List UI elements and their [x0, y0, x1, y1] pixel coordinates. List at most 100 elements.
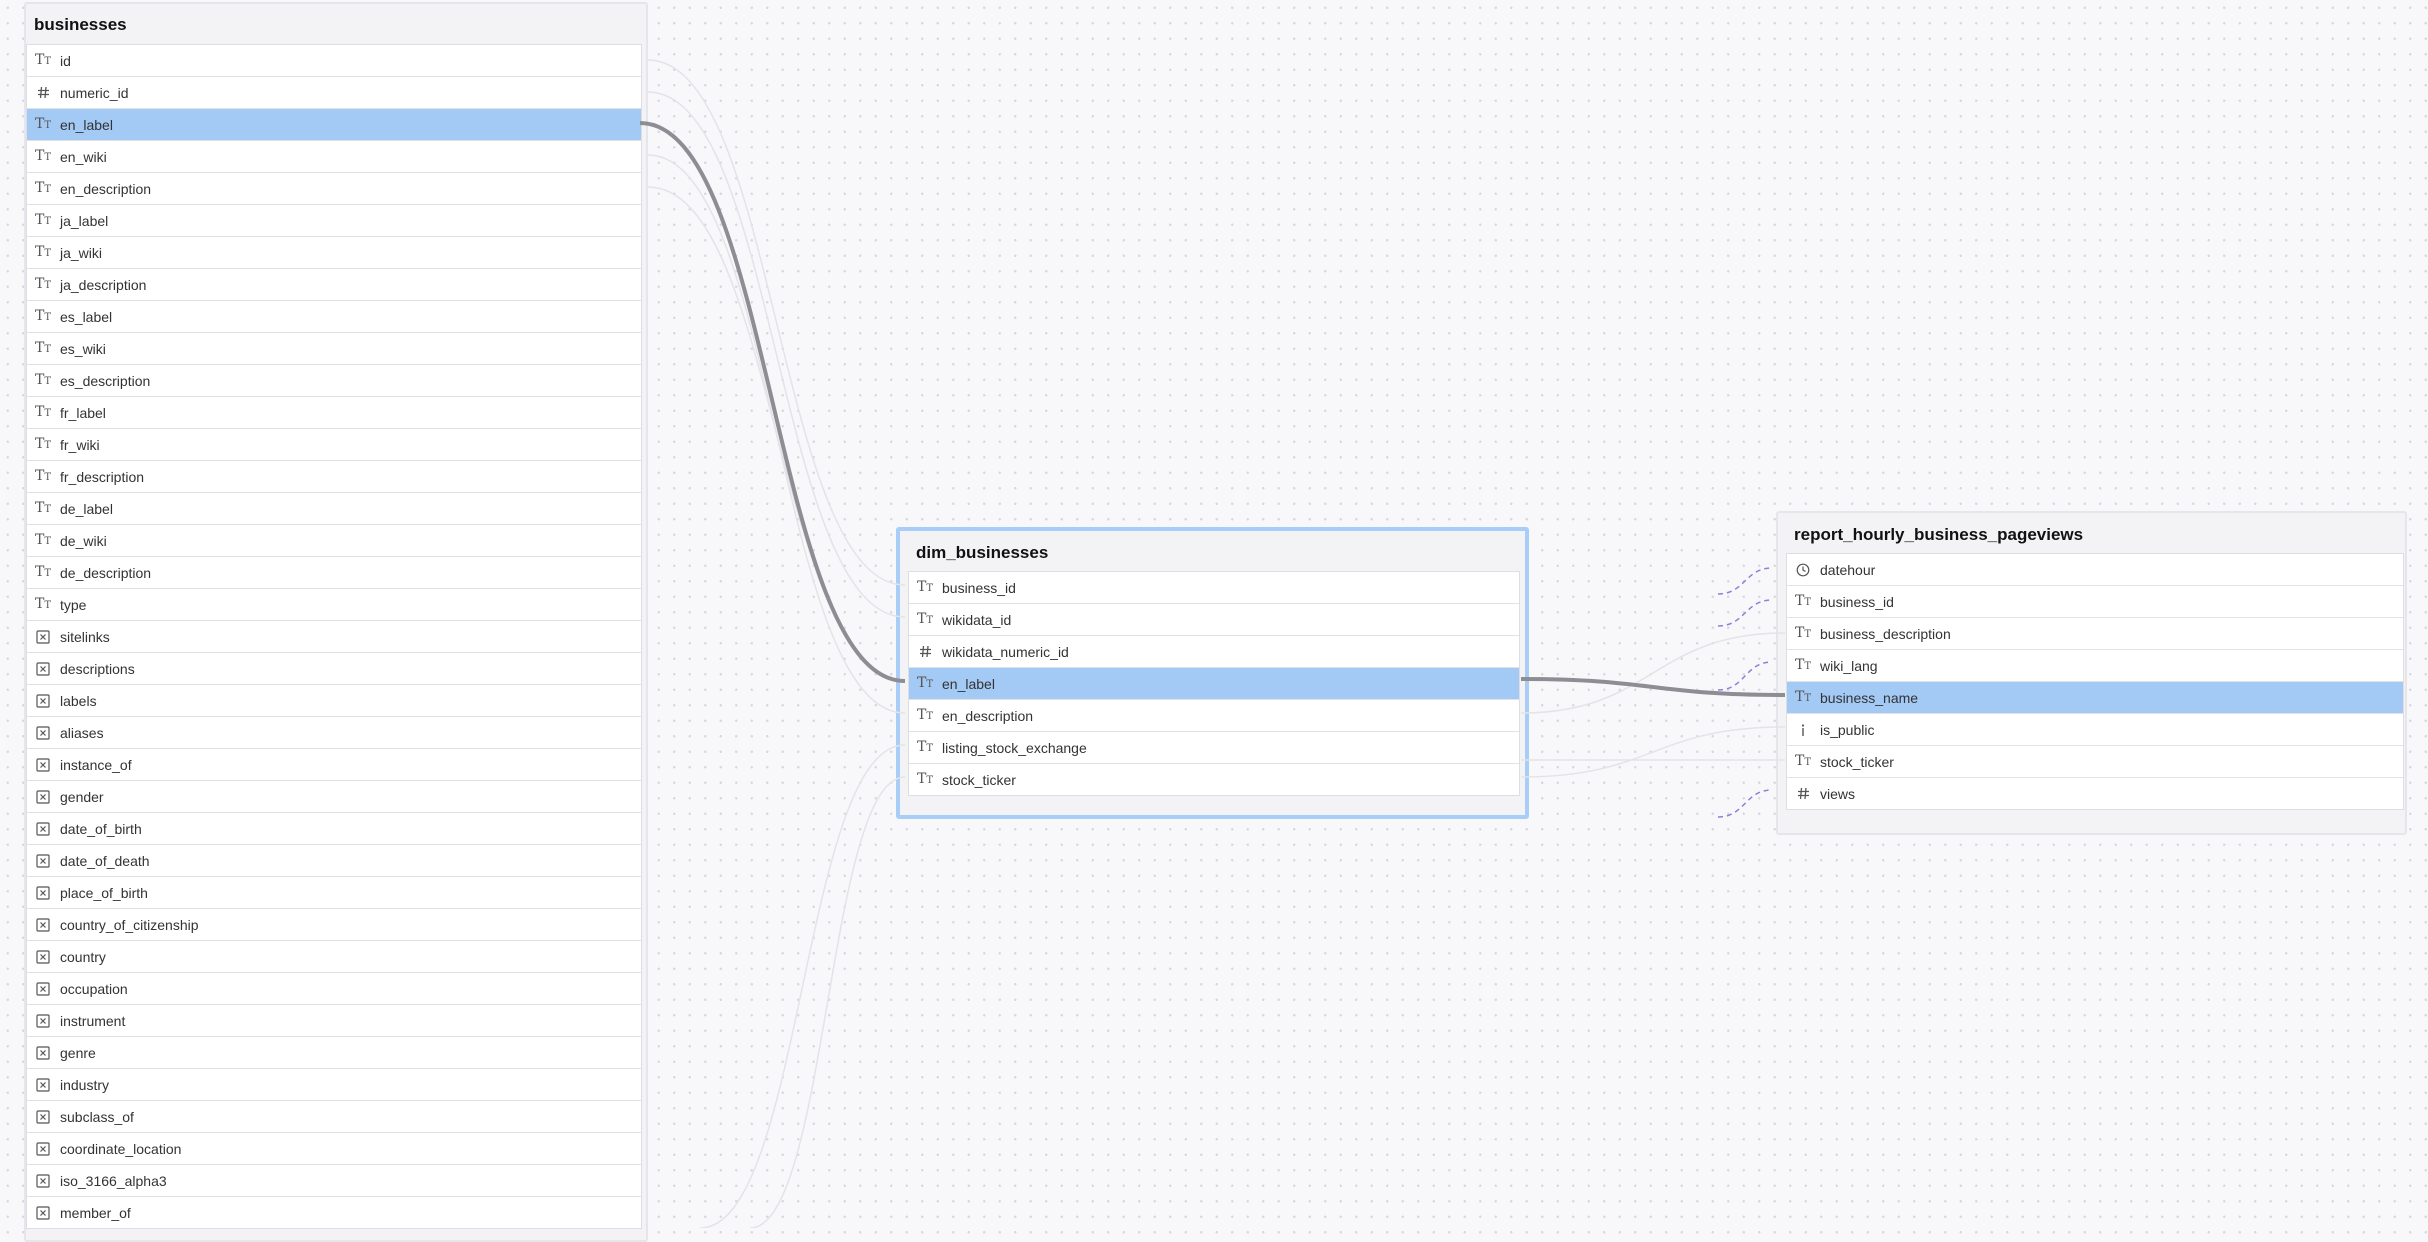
column-row-en-description[interactable]: TT en_description — [909, 700, 1519, 732]
column-row-industry[interactable]: industry — [27, 1069, 641, 1101]
column-row-country-of-citizenship[interactable]: country_of_citizenship — [27, 909, 641, 941]
column-row-iso-3166-alpha3[interactable]: iso_3166_alpha3 — [27, 1165, 641, 1197]
column-row-type[interactable]: TT type — [27, 589, 641, 621]
column-row-instance-of[interactable]: instance_of — [27, 749, 641, 781]
column-row-coordinate-location[interactable]: coordinate_location — [27, 1133, 641, 1165]
column-row-descriptions[interactable]: descriptions — [27, 653, 641, 685]
column-name: instance_of — [60, 756, 132, 773]
hash-icon — [1796, 787, 1810, 801]
text-type-icon: TT — [35, 467, 52, 484]
array-icon — [36, 1109, 50, 1124]
column-row-wikidata-numeric-id[interactable]: wikidata_numeric_id — [909, 636, 1519, 668]
column-row-stock-ticker[interactable]: TT stock_ticker — [909, 764, 1519, 795]
array-icon — [36, 661, 50, 676]
column-row-fr-description[interactable]: TT fr_description — [27, 461, 641, 493]
column-row-business-name[interactable]: TT business_name — [1787, 682, 2403, 714]
column-row-fr-wiki[interactable]: TT fr_wiki — [27, 429, 641, 461]
table-dim-businesses[interactable]: dim_businesses TT business_id TT wikidata_i… — [896, 527, 1529, 819]
column-name: listing_stock_exchange — [942, 739, 1087, 756]
column-row-numeric-id[interactable]: numeric_id — [27, 77, 641, 109]
table-report-hourly-business-pageviews[interactable]: report_hourly_business_pageviews datehou… — [1776, 511, 2407, 835]
array-icon — [36, 1013, 50, 1028]
lineage-stub — [1717, 599, 1773, 627]
column-row-instrument[interactable]: instrument — [27, 1005, 641, 1037]
column-name: subclass_of — [60, 1108, 134, 1125]
column-row-stock-ticker[interactable]: TT stock_ticker — [1787, 746, 2403, 778]
text-type-icon: TT — [35, 211, 52, 228]
column-name: coordinate_location — [60, 1140, 182, 1157]
column-row-views[interactable]: views — [1787, 778, 2403, 809]
column-row-country[interactable]: country — [27, 941, 641, 973]
array-icon — [36, 629, 50, 644]
column-row-ja-description[interactable]: TT ja_description — [27, 269, 641, 301]
column-row-wiki-lang[interactable]: TT wiki_lang — [1787, 650, 2403, 682]
column-row-date-of-death[interactable]: date_of_death — [27, 845, 641, 877]
column-row-en-label[interactable]: TT en_label — [27, 109, 641, 141]
column-name: business_id — [942, 579, 1016, 596]
text-type-icon: TT — [917, 578, 934, 595]
text-type-icon: TT — [35, 147, 52, 164]
column-name: en_description — [942, 707, 1034, 724]
table-businesses[interactable]: businesses TT id numeric_id TT en_label TT en_… — [24, 2, 648, 1242]
column-row-de-wiki[interactable]: TT de_wiki — [27, 525, 641, 557]
text-type-icon: TT — [35, 595, 52, 612]
lineage-stub — [1717, 661, 1773, 691]
lineage-edge — [749, 776, 906, 1228]
column-name: gender — [60, 788, 104, 805]
text-type-icon: TT — [35, 371, 52, 388]
text-type-icon: TT — [35, 51, 52, 68]
column-name: instrument — [60, 1012, 126, 1029]
column-row-genre[interactable]: genre — [27, 1037, 641, 1069]
column-row-listing-stock-exchange[interactable]: TT listing_stock_exchange — [909, 732, 1519, 764]
text-type-icon: TT — [1795, 688, 1812, 705]
column-row-occupation[interactable]: occupation — [27, 973, 641, 1005]
column-row-en-label[interactable]: TT en_label — [909, 668, 1519, 700]
column-name: de_description — [60, 564, 152, 581]
column-row-aliases[interactable]: aliases — [27, 717, 641, 749]
column-row-date-of-birth[interactable]: date_of_birth — [27, 813, 641, 845]
array-icon — [36, 981, 50, 996]
column-row-datehour[interactable]: datehour — [1787, 554, 2403, 586]
column-row-ja-wiki[interactable]: TT ja_wiki — [27, 237, 641, 269]
text-type-icon: TT — [917, 738, 934, 755]
column-name: member_of — [60, 1204, 131, 1221]
column-name: aliases — [60, 724, 104, 741]
column-row-business-id[interactable]: TT business_id — [909, 572, 1519, 604]
column-row-subclass-of[interactable]: subclass_of — [27, 1101, 641, 1133]
column-row-business-description[interactable]: TT business_description — [1787, 618, 2403, 650]
text-type-icon: TT — [1795, 624, 1812, 641]
column-name: date_of_death — [60, 852, 150, 869]
column-row-de-label[interactable]: TT de_label — [27, 493, 641, 525]
column-row-sitelinks[interactable]: sitelinks — [27, 621, 641, 653]
array-icon — [36, 1173, 50, 1188]
column-row-es-wiki[interactable]: TT es_wiki — [27, 333, 641, 365]
column-row-de-description[interactable]: TT de_description — [27, 557, 641, 589]
text-type-icon: TT — [35, 307, 52, 324]
text-type-icon: TT — [35, 243, 52, 260]
column-row-ja-label[interactable]: TT ja_label — [27, 205, 641, 237]
column-row-business-id[interactable]: TT business_id — [1787, 586, 2403, 618]
column-row-wikidata-id[interactable]: TT wikidata_id — [909, 604, 1519, 636]
column-row-labels[interactable]: labels — [27, 685, 641, 717]
column-name: fr_wiki — [60, 436, 100, 453]
array-icon — [36, 949, 50, 964]
column-row-en-wiki[interactable]: TT en_wiki — [27, 141, 641, 173]
column-row-place-of-birth[interactable]: place_of_birth — [27, 877, 641, 909]
text-type-icon: TT — [35, 179, 52, 196]
array-icon — [36, 725, 50, 740]
column-name: en_label — [942, 675, 995, 692]
column-row-en-description[interactable]: TT en_description — [27, 173, 641, 205]
text-type-icon: TT — [35, 275, 52, 292]
column-row-id[interactable]: TT id — [27, 45, 641, 77]
array-icon — [36, 1205, 50, 1220]
column-row-fr-label[interactable]: TT fr_label — [27, 397, 641, 429]
column-row-es-label[interactable]: TT es_label — [27, 301, 641, 333]
column-row-gender[interactable]: gender — [27, 781, 641, 813]
text-type-icon: TT — [35, 115, 52, 132]
column-row-member-of[interactable]: member_of — [27, 1197, 641, 1228]
column-row-is-public[interactable]: is_public — [1787, 714, 2403, 746]
lineage-edge-highlighted — [639, 121, 906, 683]
text-type-icon: TT — [35, 339, 52, 356]
boolean-icon — [1796, 723, 1810, 737]
column-row-es-description[interactable]: TT es_description — [27, 365, 641, 397]
